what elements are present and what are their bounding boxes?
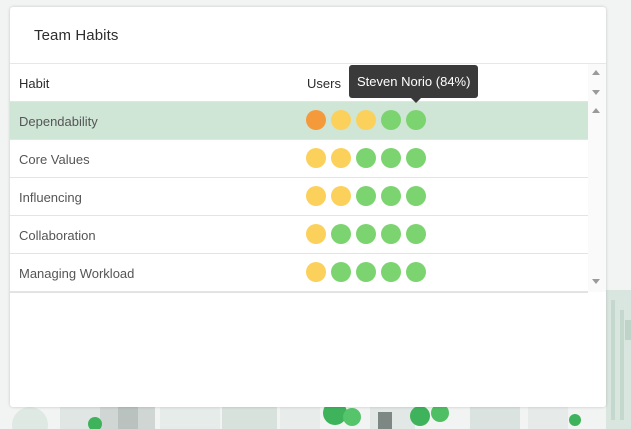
user-status-dot[interactable]	[331, 224, 351, 244]
user-status-dot[interactable]	[306, 110, 326, 130]
table-scrollbar[interactable]	[588, 64, 606, 292]
table-header: Habit Users	[10, 64, 588, 102]
user-status-dot[interactable]	[306, 148, 326, 168]
user-dots	[306, 186, 431, 206]
column-header-users: Users	[307, 76, 341, 91]
card-title: Team Habits	[34, 27, 119, 44]
table-row[interactable]: Managing Workload	[10, 254, 588, 292]
table-row[interactable]: Influencing	[10, 178, 588, 216]
habit-name: Collaboration	[19, 228, 96, 243]
user-status-dot[interactable]	[406, 148, 426, 168]
scroll-down-icon[interactable]	[592, 279, 600, 284]
user-status-dot[interactable]	[381, 224, 401, 244]
user-status-dot[interactable]	[331, 110, 351, 130]
user-status-dot[interactable]	[331, 148, 351, 168]
user-status-dot[interactable]	[356, 186, 376, 206]
user-status-dot[interactable]	[406, 262, 426, 282]
user-tooltip: Steven Norio (84%)	[349, 65, 479, 98]
team-habits-card: Team Habits Habit Users Dependability Co…	[10, 7, 606, 407]
user-status-dot[interactable]	[381, 262, 401, 282]
table-row[interactable]: Dependability	[10, 102, 588, 140]
header-scroll-down-icon[interactable]	[592, 90, 600, 95]
user-status-dot[interactable]	[331, 186, 351, 206]
user-dots	[306, 148, 431, 168]
user-status-dot[interactable]	[306, 186, 326, 206]
habit-name: Influencing	[19, 190, 82, 205]
habit-name: Managing Workload	[19, 266, 135, 281]
user-status-dot[interactable]	[406, 224, 426, 244]
user-status-dot[interactable]	[381, 148, 401, 168]
user-dots	[306, 224, 431, 244]
habits-table: Habit Users Dependability Core Values In…	[10, 64, 588, 293]
user-status-dot[interactable]	[406, 186, 426, 206]
user-status-dot[interactable]	[306, 262, 326, 282]
user-status-dot[interactable]	[356, 148, 376, 168]
scroll-up-icon[interactable]	[592, 108, 600, 113]
user-status-dot[interactable]	[356, 262, 376, 282]
column-header-habit: Habit	[19, 76, 50, 91]
user-status-dot[interactable]	[306, 224, 326, 244]
habit-name: Dependability	[19, 114, 98, 129]
table-row[interactable]: Collaboration	[10, 216, 588, 254]
user-status-dot[interactable]	[356, 110, 376, 130]
user-status-dot[interactable]	[406, 110, 426, 130]
user-status-dot[interactable]	[381, 186, 401, 206]
user-status-dot[interactable]	[356, 224, 376, 244]
user-dots	[306, 110, 431, 130]
habit-name: Core Values	[19, 152, 90, 167]
tooltip-pointer	[411, 98, 421, 103]
user-dots	[306, 262, 431, 282]
table-row[interactable]: Core Values	[10, 140, 588, 178]
user-status-dot[interactable]	[381, 110, 401, 130]
header-scroll-up-icon[interactable]	[592, 70, 600, 75]
user-status-dot[interactable]	[331, 262, 351, 282]
